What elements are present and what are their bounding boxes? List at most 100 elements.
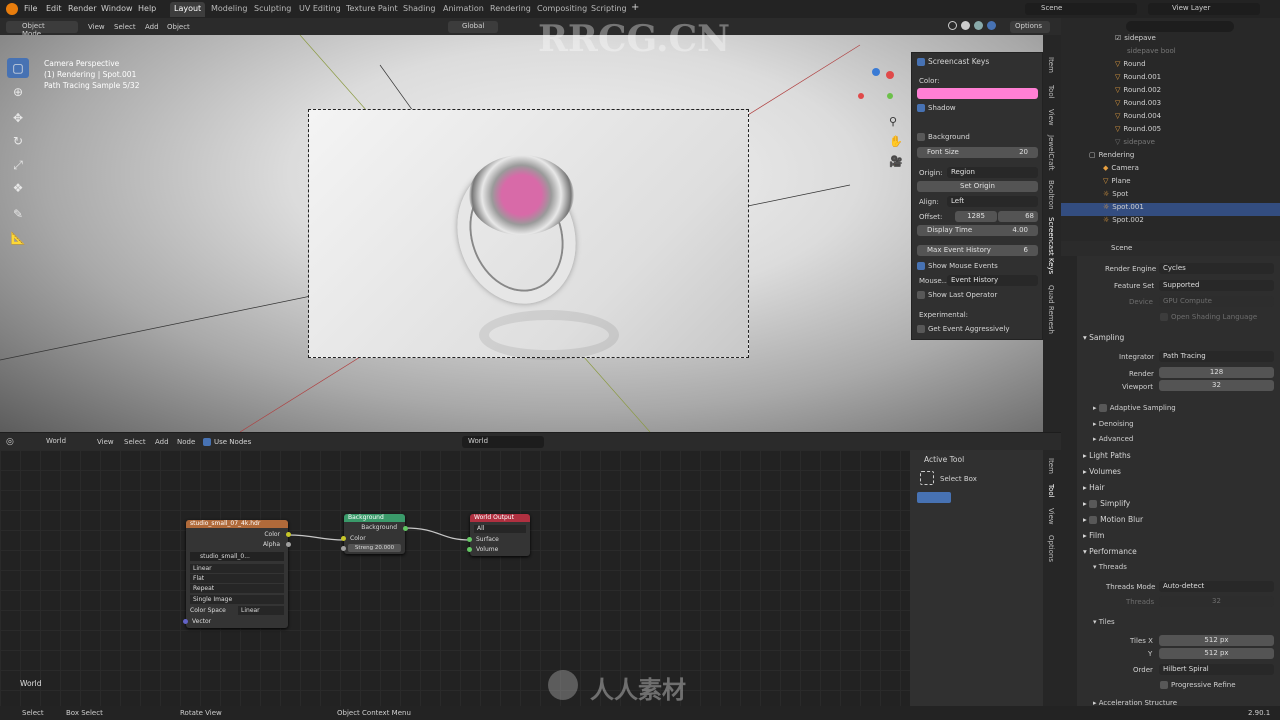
options-dropdown[interactable]: Options <box>1010 21 1050 33</box>
bg-out-socket[interactable] <box>403 526 408 531</box>
volumes-section[interactable]: ▸ Volumes <box>1083 467 1121 476</box>
threads-mode-dropdown[interactable]: Auto-detect <box>1159 581 1274 592</box>
tab-layout[interactable]: Layout <box>170 2 206 17</box>
hair-section[interactable]: ▸ Hair <box>1083 483 1105 492</box>
outliner-row[interactable]: ▽ Round.005 <box>1061 125 1280 138</box>
measure-tool-icon[interactable]: 📐 <box>7 228 29 248</box>
rotate-tool-icon[interactable]: ↻ <box>7 131 29 151</box>
annotate-tool-icon[interactable]: ✎ <box>7 204 29 224</box>
env-source-dropdown[interactable]: Single Image <box>190 595 284 604</box>
outliner-row[interactable]: ▽ sidepave <box>1061 138 1280 151</box>
outliner-row[interactable]: ▢ Rendering <box>1061 151 1280 164</box>
outliner-row[interactable]: ▽ Round.003 <box>1061 99 1280 112</box>
editor-type-icon[interactable]: ◎ <box>6 437 14 447</box>
node-menu-view[interactable]: View <box>97 438 114 446</box>
adaptive-sampling-row[interactable]: ▸ Adaptive Sampling <box>1093 404 1176 412</box>
move-tool-icon[interactable]: ✥ <box>7 108 29 128</box>
device-dropdown[interactable]: GPU Compute <box>1159 296 1274 307</box>
viewport-menu-add[interactable]: Add <box>145 23 159 31</box>
tab-jewelcraft[interactable]: JewelCraft <box>1047 135 1055 171</box>
denoising-row[interactable]: ▸ Denoising <box>1093 420 1134 428</box>
selection-mode-buttons[interactable] <box>917 492 951 503</box>
viewport-menu-view[interactable]: View <box>88 23 105 31</box>
outliner-row[interactable]: ☼ Spot.002 <box>1061 216 1280 229</box>
mouse-dropdown[interactable]: Event History <box>947 275 1038 286</box>
screencast-enable-checkbox[interactable] <box>917 58 925 66</box>
threads-subsection[interactable]: ▾ Threads <box>1093 563 1127 571</box>
film-section[interactable]: ▸ Film <box>1083 531 1104 540</box>
progressive-refine-row[interactable]: Progressive Refine <box>1160 681 1236 689</box>
node-editor-canvas[interactable]: studio_small_07_4k.hdr Color Alpha studi… <box>0 450 910 706</box>
tiles-y-field[interactable]: 512 px <box>1159 648 1274 659</box>
tab-modeling[interactable]: Modeling <box>207 2 251 17</box>
select-box-icon[interactable] <box>920 471 934 485</box>
tiles-subsection[interactable]: ▾ Tiles <box>1093 618 1115 626</box>
tab-scripting[interactable]: Scripting <box>587 2 631 17</box>
background-checkbox[interactable] <box>917 133 925 141</box>
env-interp-dropdown[interactable]: Linear <box>190 564 284 573</box>
outliner-search-input[interactable] <box>1126 21 1234 32</box>
select-box-tool-icon[interactable]: ▢ <box>7 58 29 78</box>
outliner-row[interactable]: ☼ Spot <box>1061 190 1280 203</box>
simplify-section[interactable]: ▸ Simplify <box>1083 499 1130 508</box>
env-ext-dropdown[interactable]: Repeat <box>190 584 284 593</box>
scale-tool-icon[interactable]: ⤢ <box>7 155 29 175</box>
menu-help[interactable]: Help <box>138 4 156 13</box>
outliner-row[interactable]: ▽ Round.002 <box>1061 86 1280 99</box>
viewport-samples-field[interactable]: 32 <box>1159 380 1274 391</box>
osl-checkbox-row[interactable]: Open Shading Language <box>1160 313 1257 321</box>
navigation-gizmo[interactable] <box>858 63 898 103</box>
integrator-dropdown[interactable]: Path Tracing <box>1159 351 1274 362</box>
menu-edit[interactable]: Edit <box>46 4 62 13</box>
show-last-checkbox[interactable] <box>917 291 925 299</box>
wo-volume-socket[interactable] <box>467 547 472 552</box>
node-tab-item[interactable]: Item <box>1047 458 1055 474</box>
node-tab-tool[interactable]: Tool <box>1047 484 1055 498</box>
tab-texture-paint[interactable]: Texture Paint <box>342 2 402 17</box>
tab-rendering[interactable]: Rendering <box>486 2 535 17</box>
outliner-row-selected[interactable]: ☼ Spot.001 <box>1061 203 1280 216</box>
tiles-x-field[interactable]: 512 px <box>1159 635 1274 646</box>
env-alpha-socket[interactable] <box>286 542 291 547</box>
cursor-tool-icon[interactable]: ⊕ <box>7 82 29 102</box>
tab-compositing[interactable]: Compositing <box>533 2 591 17</box>
transform-tool-icon[interactable]: ❖ <box>7 178 29 198</box>
add-workspace-icon[interactable]: + <box>631 2 639 13</box>
world-datablock-field[interactable]: World <box>462 436 544 448</box>
node-menu-node[interactable]: Node <box>177 438 195 446</box>
set-origin-button[interactable]: Set Origin <box>917 181 1038 192</box>
font-size-field[interactable]: Font Size 20 <box>917 147 1038 158</box>
pan-hand-icon[interactable]: ✋ <box>889 135 903 148</box>
tab-shading[interactable]: Shading <box>399 2 440 17</box>
viewport-menu-object[interactable]: Object <box>167 23 190 31</box>
advanced-row[interactable]: ▸ Advanced <box>1093 435 1133 443</box>
view-layer-selector[interactable]: View Layer <box>1148 3 1260 15</box>
outliner-row[interactable]: ▽ Round.004 <box>1061 112 1280 125</box>
tab-uv-editing[interactable]: UV Editing <box>295 2 345 17</box>
max-event-field[interactable]: Max Event History 6 <box>917 245 1038 256</box>
env-color-socket[interactable] <box>286 532 291 537</box>
origin-dropdown[interactable]: Region <box>947 167 1038 178</box>
render-samples-field[interactable]: 128 <box>1159 367 1274 378</box>
bg-strength-field[interactable]: Streng 20.000 <box>348 544 401 552</box>
sampling-section[interactable]: ▾ Sampling <box>1083 333 1124 342</box>
tab-sculpting[interactable]: Sculpting <box>250 2 295 17</box>
color-swatch[interactable] <box>917 88 1038 99</box>
use-nodes-checkbox[interactable] <box>203 438 211 446</box>
tab-item[interactable]: Item <box>1047 57 1055 73</box>
env-vector-socket[interactable] <box>183 619 188 624</box>
wo-target-dropdown[interactable]: All <box>474 525 526 533</box>
environment-texture-node[interactable]: studio_small_07_4k.hdr Color Alpha studi… <box>183 520 291 628</box>
node-tab-view[interactable]: View <box>1047 508 1055 525</box>
tab-animation[interactable]: Animation <box>439 2 488 17</box>
show-mouse-checkbox[interactable] <box>917 262 925 270</box>
bg-strength-socket[interactable] <box>341 546 346 551</box>
wo-surface-socket[interactable] <box>467 537 472 542</box>
viewport-menu-select[interactable]: Select <box>114 23 136 31</box>
tab-quad-remesh[interactable]: Quad Remesh <box>1047 285 1055 334</box>
node-menu-add[interactable]: Add <box>155 438 169 446</box>
transform-orientation[interactable]: Global <box>448 21 498 33</box>
render-engine-dropdown[interactable]: Cycles <box>1159 263 1274 274</box>
offset-x-field[interactable]: 1285 <box>955 211 997 222</box>
menu-render[interactable]: Render <box>68 4 96 13</box>
